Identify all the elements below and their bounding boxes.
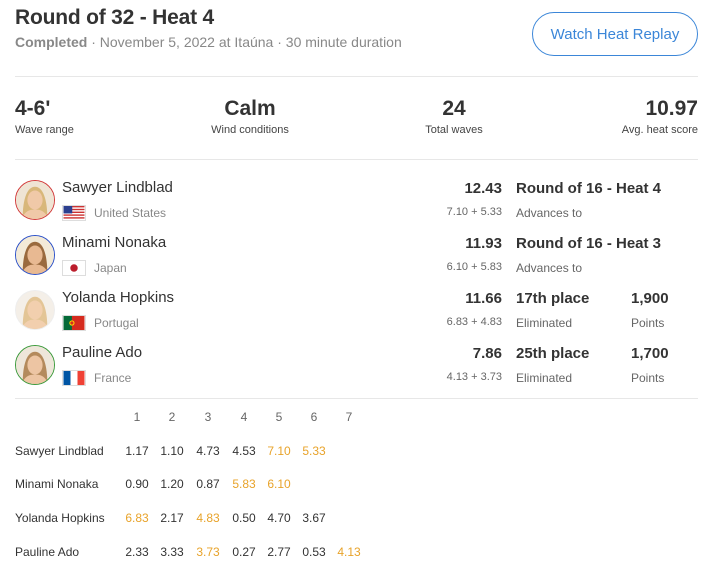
athlete-country: United States	[94, 206, 167, 220]
heat-result: 25th place	[516, 345, 590, 362]
athlete-name[interactable]: Minami Nonaka	[62, 234, 166, 251]
athlete-row[interactable]: Yolanda Hopkins Portugal 11.66 6.83 + 4.…	[15, 285, 698, 335]
wave-column-header: 6	[310, 410, 318, 424]
athlete-name[interactable]: Pauline Ado	[62, 344, 142, 361]
wave-score-cell: 3.67	[302, 511, 326, 525]
divider	[15, 159, 698, 160]
wave-score-cell: 2.33	[125, 545, 149, 559]
avatar	[15, 290, 55, 330]
athlete-row[interactable]: Sawyer Lindblad United States 12.43 7.10…	[15, 175, 698, 225]
score-breakdown: 6.10 + 5.83	[446, 261, 502, 273]
heat-result-label: Eliminated	[516, 371, 573, 385]
divider	[15, 398, 698, 399]
wave-column-header: 2	[168, 410, 176, 424]
stat-label: Wave range	[15, 124, 74, 136]
stat-value: 24	[442, 97, 466, 120]
wave-score-cell: 2.77	[267, 545, 291, 559]
athlete-row[interactable]: Minami Nonaka Japan 11.93 6.10 + 5.83 Ro…	[15, 230, 698, 280]
heat-result-label: Eliminated	[516, 316, 573, 330]
stat-label: Wind conditions	[211, 124, 289, 136]
wave-score-cell: 5.83	[232, 477, 256, 491]
fr-flag-icon	[62, 370, 86, 386]
wave-row-athlete-name: Pauline Ado	[15, 545, 80, 559]
score-breakdown: 4.13 + 3.73	[446, 371, 502, 383]
stat-wind-conditions: Calm Wind conditions	[200, 97, 300, 136]
points-label: Points	[631, 316, 665, 330]
wave-row-athlete-name: Minami Nonaka	[15, 477, 99, 491]
athlete-name[interactable]: Sawyer Lindblad	[62, 179, 173, 196]
wave-row-athlete-name: Yolanda Hopkins	[15, 511, 105, 525]
athlete-country: Portugal	[94, 316, 139, 330]
heat-header: Round of 32 - Heat 4 Completed · Novembe…	[15, 6, 698, 64]
heat-meta: Completed · November 5, 2022 at Itaúna ·…	[15, 34, 402, 50]
wave-column-header: 3	[204, 410, 212, 424]
heat-total-score: 12.43	[464, 180, 502, 197]
wave-score-cell: 0.53	[302, 545, 326, 559]
wave-score-cell: 6.10	[267, 477, 291, 491]
wave-column-header: 5	[275, 410, 283, 424]
stat-total-waves: 24 Total waves	[414, 97, 494, 136]
heat-total-score: 11.93	[465, 235, 502, 252]
wave-row-athlete-name: Sawyer Lindblad	[15, 444, 104, 458]
heat-result-label: Advances to	[516, 261, 583, 275]
wave-score-cell: 4.53	[232, 444, 256, 458]
wave-score-cell: 5.33	[302, 444, 326, 458]
avatar	[15, 180, 55, 220]
wave-score-cell: 1.10	[160, 444, 184, 458]
wave-score-cell: 4.13	[337, 545, 361, 559]
stat-label: Total waves	[425, 124, 483, 136]
wave-score-cell: 2.17	[160, 511, 184, 525]
wave-score-cell: 4.83	[196, 511, 220, 525]
stat-label: Avg. heat score	[621, 124, 698, 136]
wave-score-cell: 1.20	[160, 477, 184, 491]
stat-value: 4-6'	[15, 97, 51, 120]
divider	[15, 76, 698, 77]
wave-score-cell: 0.90	[125, 477, 149, 491]
wave-score-cell: 0.27	[232, 545, 256, 559]
heat-result: Round of 16 - Heat 3	[516, 235, 662, 252]
wave-score-cell: 4.73	[196, 444, 220, 458]
wave-column-header: 4	[240, 410, 248, 424]
jp-flag-icon	[62, 260, 86, 276]
points-value: 1,900	[631, 290, 669, 307]
avatar	[15, 345, 55, 385]
heat-total-score: 11.66	[465, 290, 502, 307]
heat-result: Round of 16 - Heat 4	[516, 180, 662, 197]
wave-score-cell: 0.50	[232, 511, 256, 525]
pt-flag-icon	[62, 315, 86, 331]
wave-score-cell: 6.83	[125, 511, 149, 525]
score-breakdown: 6.83 + 4.83	[446, 316, 502, 328]
points-value: 1,700	[631, 345, 669, 362]
heat-result-label: Advances to	[516, 206, 583, 220]
wave-column-header: 1	[133, 410, 141, 424]
stat-wave-range: 4-6' Wave range	[15, 97, 74, 136]
athlete-row[interactable]: Pauline Ado France 7.86 4.13 + 3.73 25th…	[15, 340, 698, 390]
athlete-country: France	[94, 371, 132, 385]
athlete-country: Japan	[94, 261, 127, 275]
stat-value: Calm	[224, 97, 276, 120]
us-flag-icon	[62, 205, 86, 221]
heat-details: · November 5, 2022 at Itaúna · 30 minute…	[91, 34, 402, 50]
watch-heat-replay-button[interactable]: Watch Heat Replay	[532, 12, 698, 56]
wave-score-cell: 0.87	[196, 477, 220, 491]
heat-total-score: 7.86	[472, 345, 502, 362]
score-breakdown: 7.10 + 5.33	[446, 206, 502, 218]
stat-avg-heat-score: 10.97 Avg. heat score	[622, 97, 698, 136]
wave-score-cell: 4.70	[267, 511, 291, 525]
stat-value: 10.97	[645, 97, 698, 120]
status-text: Completed	[15, 34, 88, 50]
points-label: Points	[631, 371, 665, 385]
wave-score-cell: 3.73	[196, 545, 220, 559]
wave-column-header: 7	[345, 410, 353, 424]
avatar	[15, 235, 55, 275]
wave-score-cell: 3.33	[160, 545, 184, 559]
athlete-name[interactable]: Yolanda Hopkins	[62, 289, 174, 306]
heat-stats: 4-6' Wave range Calm Wind conditions 24 …	[15, 97, 698, 145]
wave-score-cell: 1.17	[125, 444, 149, 458]
wave-score-cell: 7.10	[267, 444, 291, 458]
heat-result: 17th place	[516, 290, 590, 307]
